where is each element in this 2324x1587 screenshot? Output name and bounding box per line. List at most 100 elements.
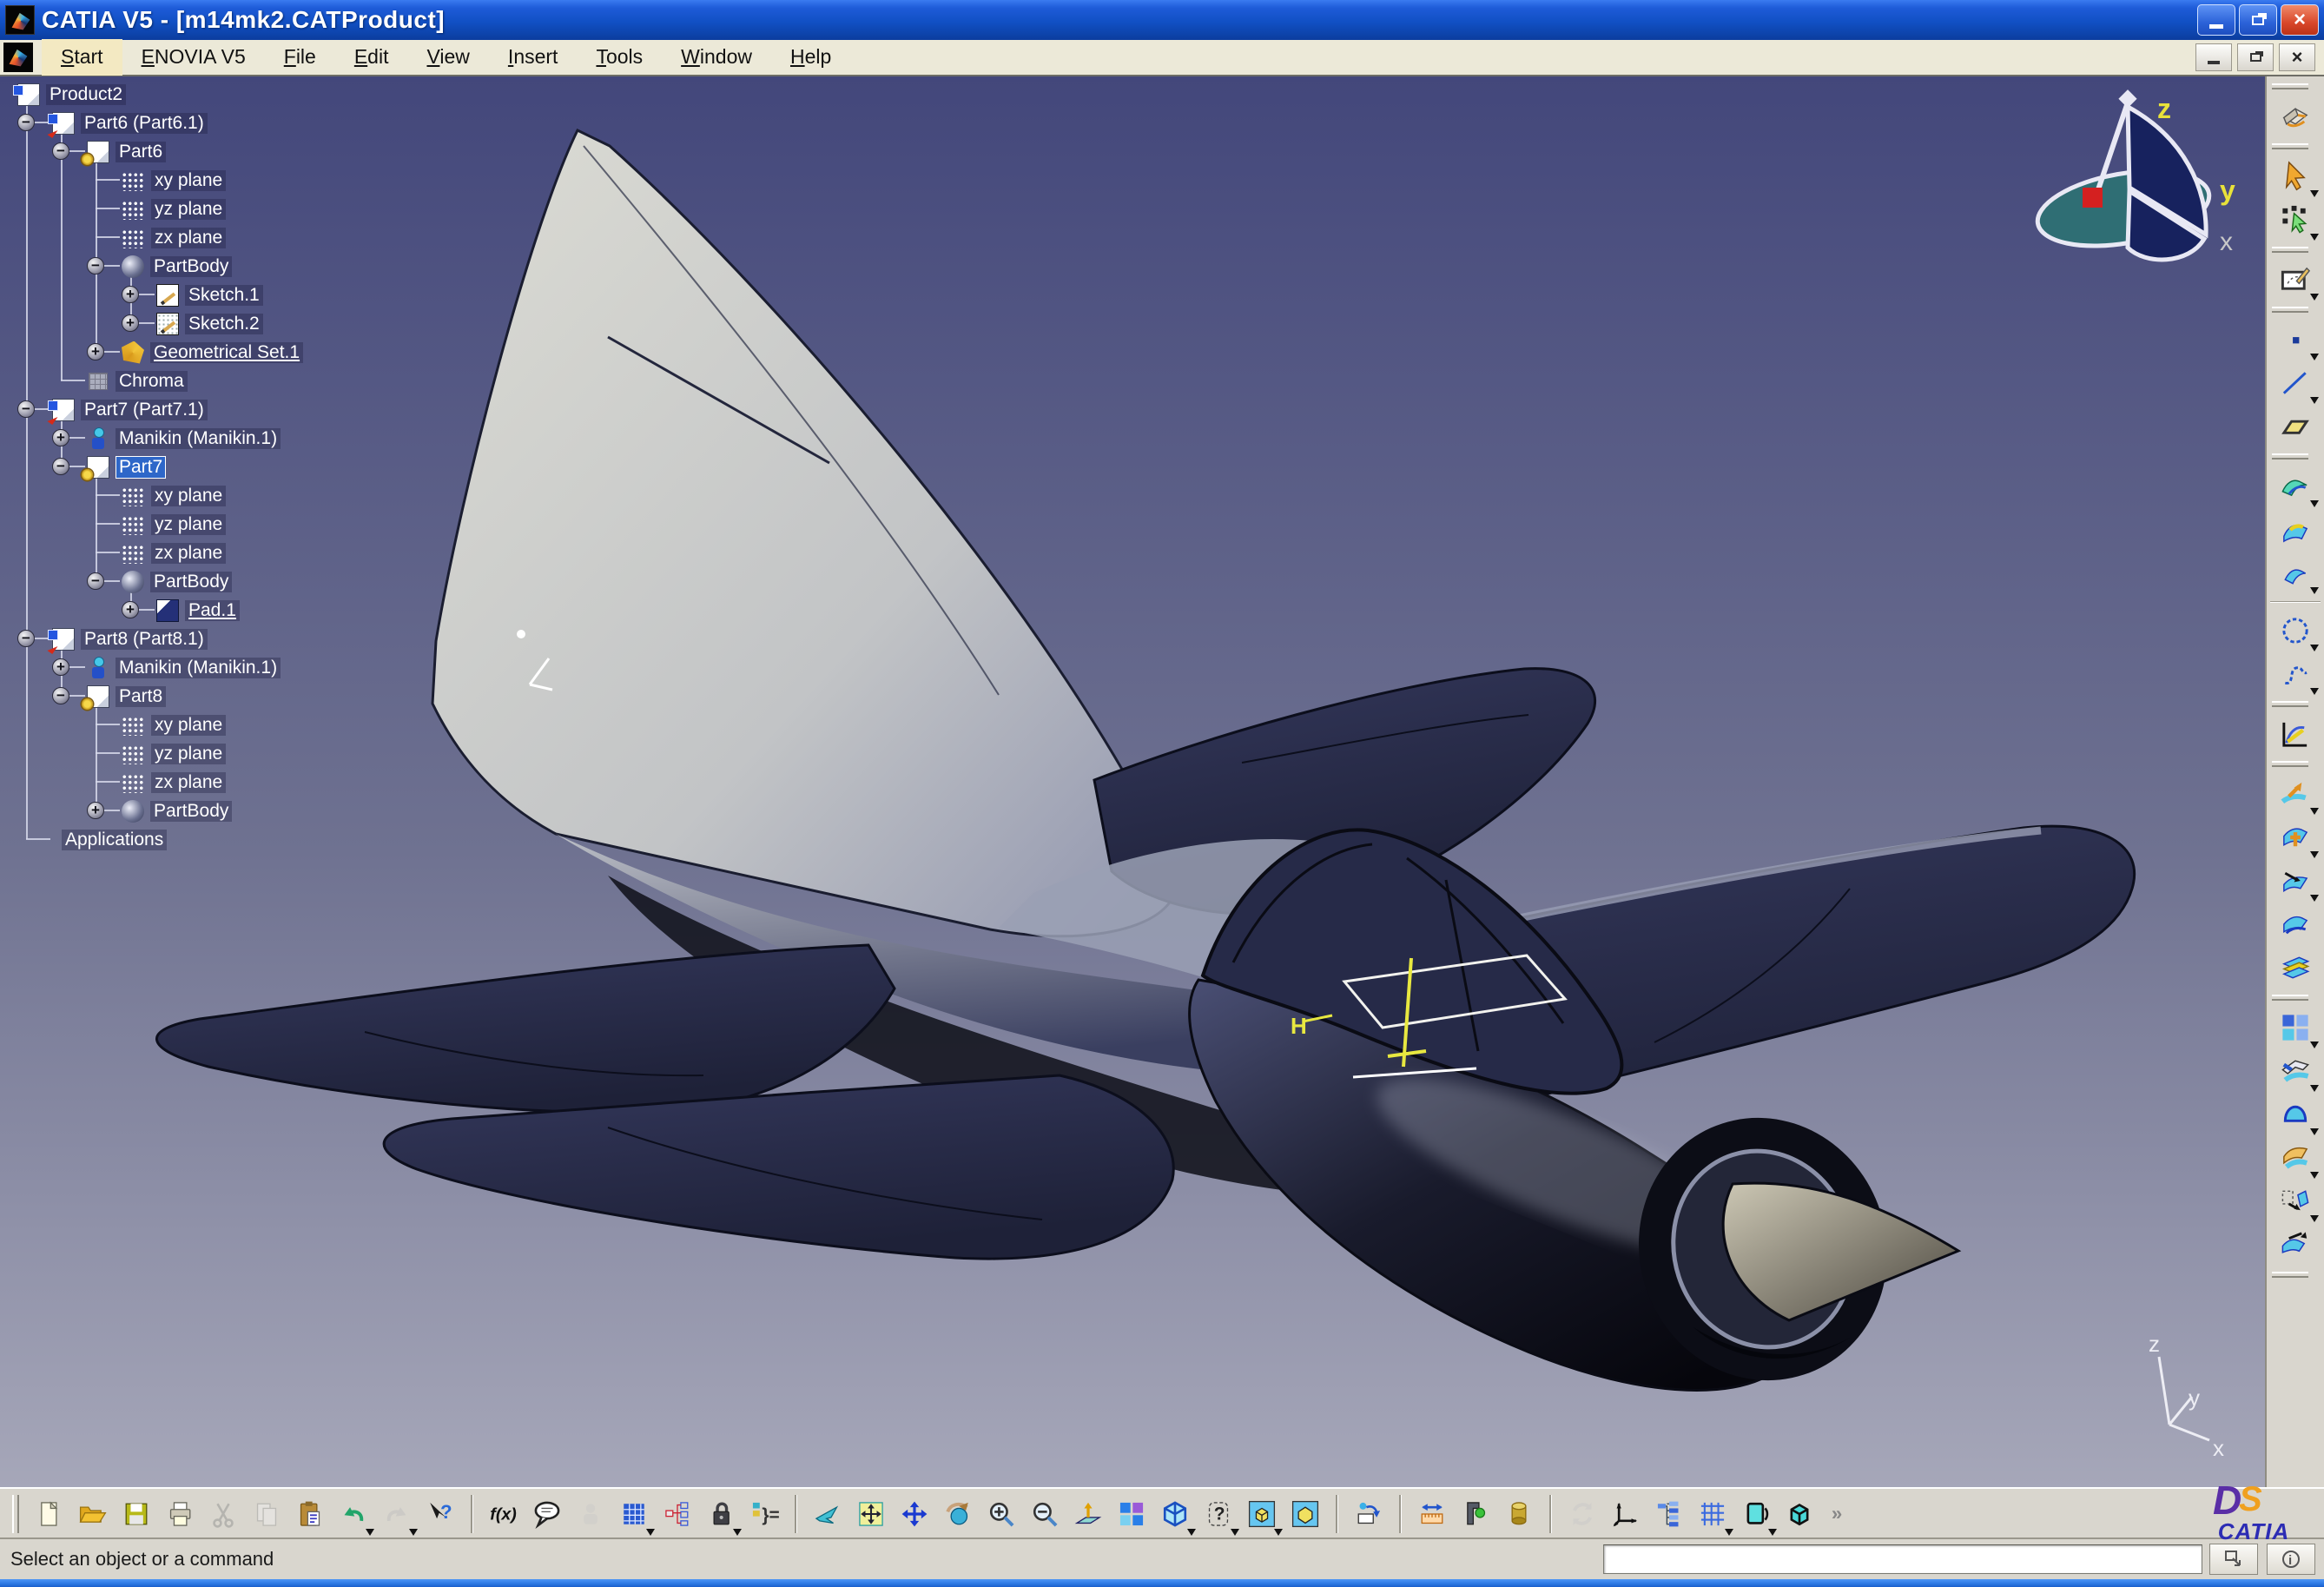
graph-tree-button[interactable] [1647,1491,1691,1537]
save-button[interactable] [115,1491,158,1537]
measure-item-button[interactable] [1454,1491,1497,1537]
tree-item-partbody[interactable]: −PartBody [5,252,492,281]
multi-offset-button[interactable] [2271,946,2320,989]
toolbar-drag-handle[interactable] [2272,761,2308,767]
offset-surface-button[interactable] [2271,903,2320,946]
whats-this-button[interactable]: ? [419,1491,462,1537]
toolbar-drag-handle[interactable] [2272,143,2308,149]
status-info-button[interactable]: i [2267,1544,2315,1575]
power-input[interactable] [1603,1544,2202,1574]
tree-label[interactable]: Product2 [46,84,126,105]
tree-item-part8-part8-1-[interactable]: − Part8 (Part8.1) [5,625,492,653]
manikin-tool-button[interactable] [569,1491,612,1537]
constraints-button[interactable]: }= [743,1491,786,1537]
tree-expander-expand-icon[interactable]: + [87,802,104,819]
tree-label[interactable]: PartBody [150,801,232,822]
fillet-button[interactable] [2271,1093,2320,1136]
tree-label[interactable]: xy plane [151,486,226,506]
tree-expander-collapse-icon[interactable]: − [87,572,104,590]
tree-label[interactable]: PartBody [150,256,232,277]
extrapolate-button[interactable] [2271,772,2320,816]
tree-label[interactable]: Sketch.1 [185,285,263,306]
quick-view-button[interactable]: ? [1197,1491,1240,1537]
tree-label[interactable]: Chroma [116,371,188,392]
tree-label[interactable]: zx plane [151,228,226,248]
product-structure-button[interactable] [656,1491,699,1537]
tree-label[interactable]: Part6 [116,142,166,162]
rotate-button[interactable] [936,1491,980,1537]
open-button[interactable] [71,1491,115,1537]
menu-window[interactable]: Window [662,39,771,76]
menu-enovia-v5[interactable]: ENOVIA V5 [122,39,265,76]
pan-button[interactable] [893,1491,936,1537]
update-button[interactable] [1561,1491,1604,1537]
tree-item-yz-plane[interactable]: yz plane [5,739,492,768]
tree-item-zx-plane[interactable]: zx plane [5,539,492,567]
tree-item-xy-plane[interactable]: xy plane [5,166,492,195]
tree-label[interactable]: Part7 [116,456,166,479]
tree-label[interactable]: yz plane [151,744,226,764]
tree-expander-collapse-icon[interactable]: − [52,458,69,475]
toolbar-overflow-button[interactable]: » [1821,1491,1865,1537]
tree-label[interactable]: xy plane [151,170,226,191]
measure-between-button[interactable] [1410,1491,1454,1537]
menu-edit[interactable]: Edit [335,39,408,76]
tree-item-xy-plane[interactable]: xy plane [5,481,492,510]
tree-expander-collapse-icon[interactable]: − [17,400,35,418]
tree-item-product2[interactable]: Product2 [5,80,492,109]
tree-item-pad-1[interactable]: +Pad.1 [5,596,492,625]
menu-tools[interactable]: Tools [577,39,662,76]
design-table-button[interactable] [612,1491,656,1537]
sketcher-button[interactable] [2271,258,2320,301]
tree-expander-collapse-icon[interactable]: − [52,687,69,704]
restore-button[interactable] [2239,4,2277,36]
tree-item-applications[interactable]: Applications [5,825,492,854]
toolbar-drag-handle[interactable] [2272,701,2308,707]
tree-label[interactable]: Applications [62,830,167,850]
split-button[interactable] [2271,859,2320,903]
work-on-support-button[interactable] [1734,1491,1778,1537]
tree-label[interactable]: Sketch.2 [185,314,263,334]
tree-item-sketch-2[interactable]: +Sketch.2 [5,309,492,338]
tree-expander-collapse-icon[interactable]: − [17,630,35,647]
tree-label[interactable]: zx plane [151,772,226,793]
axis-system-button[interactable] [1604,1491,1647,1537]
pattern-button[interactable] [2271,1006,2320,1049]
tree-expander-collapse-icon[interactable]: − [52,142,69,160]
cut-button[interactable] [201,1491,245,1537]
trim-button[interactable] [2271,1049,2320,1093]
spline-button[interactable] [2271,652,2320,696]
tree-item-partbody[interactable]: −PartBody [5,567,492,596]
copy-button[interactable] [245,1491,288,1537]
formula-button[interactable]: f(x) [482,1491,525,1537]
tree-label[interactable]: Part6 (Part6.1) [81,113,208,134]
tree-expander-collapse-icon[interactable]: − [17,114,35,131]
iso-view-button[interactable] [1153,1491,1197,1537]
shading-button[interactable] [1284,1491,1327,1537]
sweep-surface-button[interactable] [2271,552,2320,595]
menu-start[interactable]: Start [42,39,122,76]
tree-item-partbody[interactable]: + PartBody [5,797,492,825]
tree-item-part7-part7-1-[interactable]: −Part7 (Part7.1) [5,395,492,424]
tree-label[interactable]: Pad.1 [185,600,240,621]
point-button[interactable] [2271,318,2320,361]
tree-expander-expand-icon[interactable]: + [52,658,69,676]
mdi-close-button[interactable]: × [2279,43,2315,71]
power-input-toggle-button[interactable] [2209,1544,2258,1575]
tree-expander-expand-icon[interactable]: + [87,343,104,360]
translate-button[interactable] [2271,1180,2320,1223]
minimize-button[interactable] [2197,4,2235,36]
tree-label[interactable]: Manikin (Manikin.1) [116,428,281,449]
print-button[interactable] [158,1491,201,1537]
tree-label[interactable]: Part8 (Part8.1) [81,629,208,650]
shading-edges-button[interactable] [1240,1491,1284,1537]
lock-button[interactable] [699,1491,743,1537]
loft-surface-button[interactable] [2271,508,2320,552]
toolbar-drag-handle[interactable] [2272,453,2308,460]
normal-view-button[interactable] [1066,1491,1110,1537]
new-document-button[interactable] [28,1491,71,1537]
tree-item-part6-part6-1-[interactable]: − Part6 (Part6.1) [5,109,492,137]
tree-item-zx-plane[interactable]: zx plane [5,223,492,252]
plane-button[interactable] [2271,405,2320,448]
menu-file[interactable]: File [265,39,335,76]
